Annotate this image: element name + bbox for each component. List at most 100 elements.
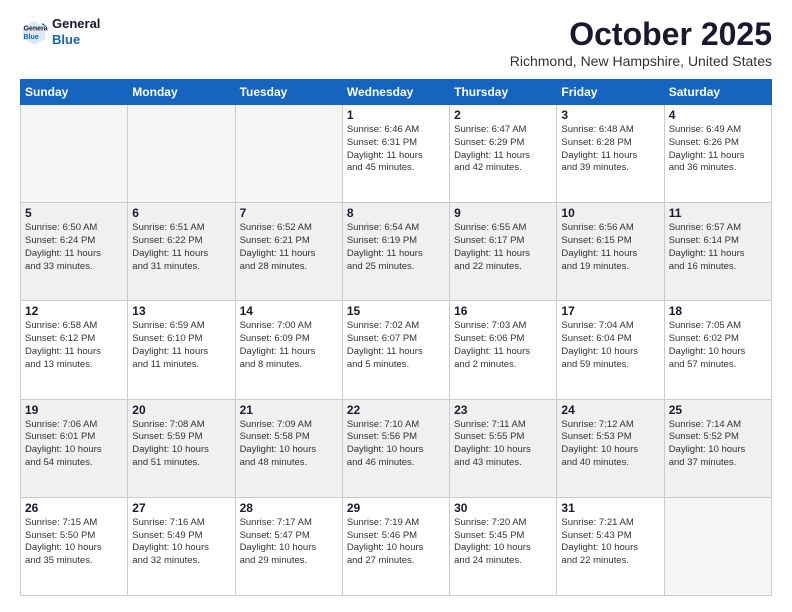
table-row <box>21 105 128 203</box>
calendar-week-row: 5 Sunrise: 6:50 AM Sunset: 6:24 PM Daylig… <box>21 203 772 301</box>
day-number: 1 <box>347 108 445 122</box>
day-number: 22 <box>347 403 445 417</box>
table-row: 4Sunrise: 6:49 AM Sunset: 6:26 PM Daylig… <box>664 105 771 203</box>
col-thursday: Thursday <box>450 80 557 105</box>
day-info: Sunrise: 6:58 AM Sunset: 6:12 PM Dayligh… <box>25 320 123 371</box>
table-row: 24 Sunrise: 7:12 AM Sunset: 5:53 PM Dayli… <box>557 399 664 497</box>
day-number: 26 <box>25 501 123 515</box>
day-info: Sunrise: 6:54 AM Sunset: 6:19 PM Dayligh… <box>347 222 445 273</box>
col-monday: Monday <box>128 80 235 105</box>
table-row <box>235 105 342 203</box>
day-info: Sunrise: 7:17 AM Sunset: 5:47 PM Dayligh… <box>240 517 338 568</box>
day-info: Sunrise: 7:06 AM Sunset: 6:01 PM Dayligh… <box>25 419 123 470</box>
table-row <box>128 105 235 203</box>
header: General Blue General Blue October 2025 R… <box>20 16 772 69</box>
day-number: 29 <box>347 501 445 515</box>
day-info: Sunrise: 6:57 AM Sunset: 6:14 PM Dayligh… <box>669 222 767 273</box>
svg-text:Blue: Blue <box>24 34 39 41</box>
table-row: 15Sunrise: 7:02 AM Sunset: 6:07 PM Dayli… <box>342 301 449 399</box>
day-info: Sunrise: 6:50 AM Sunset: 6:24 PM Dayligh… <box>25 222 123 273</box>
table-row: 8Sunrise: 6:54 AM Sunset: 6:19 PM Daylig… <box>342 203 449 301</box>
day-number: 5 <box>25 206 123 220</box>
day-info: Sunrise: 6:55 AM Sunset: 6:17 PM Dayligh… <box>454 222 552 273</box>
day-number: 16 <box>454 304 552 318</box>
day-number: 24 <box>561 403 659 417</box>
table-row: 18Sunrise: 7:05 AM Sunset: 6:02 PM Dayli… <box>664 301 771 399</box>
day-number: 6 <box>132 206 230 220</box>
calendar-week-row: 12Sunrise: 6:58 AM Sunset: 6:12 PM Dayli… <box>21 301 772 399</box>
calendar-header-row: Sunday Monday Tuesday Wednesday Thursday… <box>21 80 772 105</box>
day-info: Sunrise: 7:12 AM Sunset: 5:53 PM Dayligh… <box>561 419 659 470</box>
table-row: 28 Sunrise: 7:17 AM Sunset: 5:47 PM Dayli… <box>235 497 342 595</box>
day-number: 20 <box>132 403 230 417</box>
day-number: 25 <box>669 403 767 417</box>
table-row: 9 Sunrise: 6:55 AM Sunset: 6:17 PM Daylig… <box>450 203 557 301</box>
calendar-week-row: 19Sunrise: 7:06 AM Sunset: 6:01 PM Dayli… <box>21 399 772 497</box>
col-sunday: Sunday <box>21 80 128 105</box>
day-number: 3 <box>561 108 659 122</box>
table-row: 12Sunrise: 6:58 AM Sunset: 6:12 PM Dayli… <box>21 301 128 399</box>
calendar-week-row: 1 Sunrise: 6:46 AM Sunset: 6:31 PM Daylig… <box>21 105 772 203</box>
day-number: 2 <box>454 108 552 122</box>
svg-text:General: General <box>24 25 49 32</box>
table-row: 25 Sunrise: 7:14 AM Sunset: 5:52 PM Dayli… <box>664 399 771 497</box>
table-row: 20 Sunrise: 7:08 AM Sunset: 5:59 PM Dayli… <box>128 399 235 497</box>
table-row: 16Sunrise: 7:03 AM Sunset: 6:06 PM Dayli… <box>450 301 557 399</box>
table-row: 1 Sunrise: 6:46 AM Sunset: 6:31 PM Daylig… <box>342 105 449 203</box>
day-info: Sunrise: 7:21 AM Sunset: 5:43 PM Dayligh… <box>561 517 659 568</box>
day-info: Sunrise: 7:20 AM Sunset: 5:45 PM Dayligh… <box>454 517 552 568</box>
day-number: 30 <box>454 501 552 515</box>
table-row: 14Sunrise: 7:00 AM Sunset: 6:09 PM Dayli… <box>235 301 342 399</box>
day-info: Sunrise: 6:46 AM Sunset: 6:31 PM Dayligh… <box>347 124 445 175</box>
day-number: 31 <box>561 501 659 515</box>
day-info: Sunrise: 7:10 AM Sunset: 5:56 PM Dayligh… <box>347 419 445 470</box>
col-wednesday: Wednesday <box>342 80 449 105</box>
day-number: 17 <box>561 304 659 318</box>
table-row: 7Sunrise: 6:52 AM Sunset: 6:21 PM Daylig… <box>235 203 342 301</box>
day-info: Sunrise: 7:04 AM Sunset: 6:04 PM Dayligh… <box>561 320 659 371</box>
table-row: 26 Sunrise: 7:15 AM Sunset: 5:50 PM Dayli… <box>21 497 128 595</box>
logo-icon: General Blue <box>20 18 48 46</box>
day-number: 10 <box>561 206 659 220</box>
table-row <box>664 497 771 595</box>
day-info: Sunrise: 6:48 AM Sunset: 6:28 PM Dayligh… <box>561 124 659 175</box>
calendar-week-row: 26 Sunrise: 7:15 AM Sunset: 5:50 PM Dayli… <box>21 497 772 595</box>
day-number: 27 <box>132 501 230 515</box>
day-info: Sunrise: 7:09 AM Sunset: 5:58 PM Dayligh… <box>240 419 338 470</box>
table-row: 21 Sunrise: 7:09 AM Sunset: 5:58 PM Dayli… <box>235 399 342 497</box>
table-row: 10Sunrise: 6:56 AM Sunset: 6:15 PM Dayli… <box>557 203 664 301</box>
table-row: 13 Sunrise: 6:59 AM Sunset: 6:10 PM Dayli… <box>128 301 235 399</box>
day-info: Sunrise: 6:51 AM Sunset: 6:22 PM Dayligh… <box>132 222 230 273</box>
day-number: 7 <box>240 206 338 220</box>
day-info: Sunrise: 7:11 AM Sunset: 5:55 PM Dayligh… <box>454 419 552 470</box>
table-row: 5 Sunrise: 6:50 AM Sunset: 6:24 PM Daylig… <box>21 203 128 301</box>
title-block: October 2025 Richmond, New Hampshire, Un… <box>510 16 772 69</box>
day-number: 21 <box>240 403 338 417</box>
location: Richmond, New Hampshire, United States <box>510 53 772 69</box>
day-info: Sunrise: 7:19 AM Sunset: 5:46 PM Dayligh… <box>347 517 445 568</box>
day-number: 14 <box>240 304 338 318</box>
table-row: 29 Sunrise: 7:19 AM Sunset: 5:46 PM Dayli… <box>342 497 449 595</box>
day-number: 9 <box>454 206 552 220</box>
day-number: 4 <box>669 108 767 122</box>
table-row: 27 Sunrise: 7:16 AM Sunset: 5:49 PM Dayli… <box>128 497 235 595</box>
logo-text-line1: General <box>52 16 100 32</box>
logo-text-line2: Blue <box>52 32 100 48</box>
table-row: 3 Sunrise: 6:48 AM Sunset: 6:28 PM Daylig… <box>557 105 664 203</box>
day-info: Sunrise: 7:14 AM Sunset: 5:52 PM Dayligh… <box>669 419 767 470</box>
table-row: 23 Sunrise: 7:11 AM Sunset: 5:55 PM Dayli… <box>450 399 557 497</box>
day-number: 23 <box>454 403 552 417</box>
col-saturday: Saturday <box>664 80 771 105</box>
day-info: Sunrise: 7:08 AM Sunset: 5:59 PM Dayligh… <box>132 419 230 470</box>
page: General Blue General Blue October 2025 R… <box>0 0 792 612</box>
table-row: 31 Sunrise: 7:21 AM Sunset: 5:43 PM Dayli… <box>557 497 664 595</box>
day-number: 15 <box>347 304 445 318</box>
day-info: Sunrise: 7:15 AM Sunset: 5:50 PM Dayligh… <box>25 517 123 568</box>
table-row: 11Sunrise: 6:57 AM Sunset: 6:14 PM Dayli… <box>664 203 771 301</box>
day-number: 28 <box>240 501 338 515</box>
calendar-table: Sunday Monday Tuesday Wednesday Thursday… <box>20 79 772 596</box>
day-number: 13 <box>132 304 230 318</box>
day-info: Sunrise: 6:59 AM Sunset: 6:10 PM Dayligh… <box>132 320 230 371</box>
day-info: Sunrise: 7:16 AM Sunset: 5:49 PM Dayligh… <box>132 517 230 568</box>
col-friday: Friday <box>557 80 664 105</box>
